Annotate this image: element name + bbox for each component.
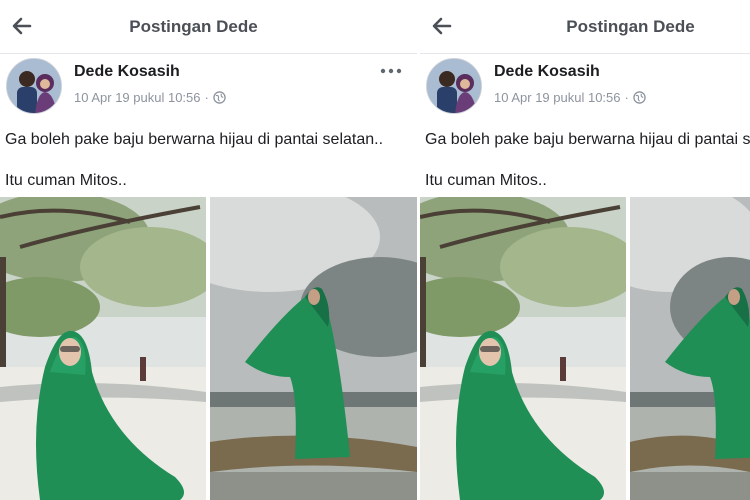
more-dots-icon[interactable] — [378, 64, 404, 78]
author-name[interactable]: Dede Kosasih — [74, 63, 180, 81]
top-bar: Postingan Dede — [0, 0, 417, 54]
post-panel-left: Postingan Dede Dede Kosasih 10 Apr 19 pu… — [0, 0, 417, 500]
post-meta: 10 Apr 19 pukul 10:56 · — [494, 90, 646, 105]
post-text-line-2: Itu cuman Mitos.. — [425, 172, 547, 189]
post-text-line-1: Ga boleh pake baju berwarna hijau di pan… — [5, 131, 384, 148]
post-photo-beach-sitting[interactable] — [420, 197, 626, 500]
meta-separator: · — [204, 90, 209, 105]
avatar[interactable] — [426, 58, 482, 114]
post-photo-beach-sitting[interactable] — [0, 197, 206, 500]
page-title: Postingan Dede — [129, 17, 258, 36]
post-photo-beach-standing[interactable] — [210, 197, 417, 500]
post-panel-right: Postingan Dede Dede Kosasih 10 Apr 19 pu… — [420, 0, 750, 500]
page-title: Postingan Dede — [566, 17, 695, 36]
meta-separator: · — [624, 90, 629, 105]
top-bar: Postingan Dede — [420, 0, 750, 54]
post-meta: 10 Apr 19 pukul 10:56 · — [74, 90, 226, 105]
post-text-line-1: Ga boleh pake baju berwarna hijau di pan… — [425, 131, 750, 148]
post-date[interactable]: 10 Apr 19 pukul 10:56 — [74, 90, 201, 105]
post-date[interactable]: 10 Apr 19 pukul 10:56 — [494, 90, 621, 105]
post-photo-beach-standing[interactable] — [630, 197, 750, 500]
author-name[interactable]: Dede Kosasih — [494, 63, 600, 81]
avatar[interactable] — [6, 58, 62, 114]
globe-icon — [213, 91, 226, 104]
globe-icon — [633, 91, 646, 104]
post-text-line-2: Itu cuman Mitos.. — [5, 172, 127, 189]
